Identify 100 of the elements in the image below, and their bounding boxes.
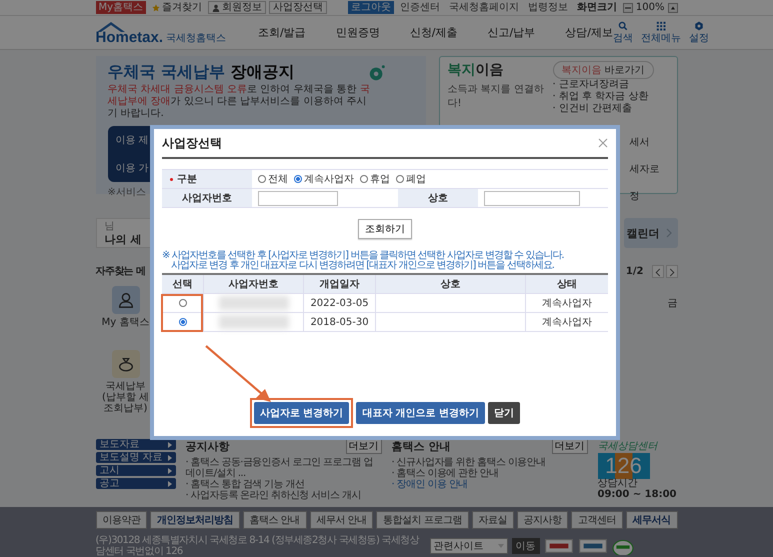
close-button[interactable] <box>598 138 608 148</box>
welfare-link-button[interactable]: 복지이음 바로가기 <box>552 61 654 79</box>
menu-item[interactable]: 신고/납부 <box>487 25 536 40</box>
page-indicator: 1/2 <box>626 266 644 276</box>
radio-option[interactable]: 휴업 <box>360 172 390 186</box>
accessibility-mark-icon <box>612 537 634 555</box>
list-item[interactable]: 금 <box>668 298 678 309</box>
calendar-card[interactable]: 캘린더 <box>624 218 678 248</box>
top-link[interactable]: 회원정보 <box>208 1 266 14</box>
footer-link[interactable]: 홈택스 안내 <box>242 511 307 529</box>
welfare-item[interactable]: · 인건비 간편제출 <box>552 103 632 115</box>
field-label: 구분 <box>177 173 197 186</box>
input-field[interactable] <box>484 190 580 206</box>
go-button[interactable]: 이동 <box>512 538 540 554</box>
column-header: 개업일자 <box>304 275 376 293</box>
close-icon <box>598 138 608 148</box>
top-link[interactable]: 법령정보 <box>524 1 571 14</box>
footer-link[interactable]: 이용약관 <box>96 511 148 529</box>
input-field[interactable] <box>258 190 338 206</box>
more-button[interactable]: 더보기 <box>346 439 382 454</box>
radio-option[interactable]: 폐업 <box>396 172 426 186</box>
side-link[interactable]: 고시 <box>96 465 176 476</box>
previous-button[interactable] <box>652 264 664 278</box>
welfare-subtitle: 소득과 복지를 연결하다! <box>448 83 545 110</box>
welfare-item[interactable]: 정 <box>630 189 660 203</box>
welfare-item[interactable]: 세서 <box>630 135 660 149</box>
tool-button[interactable]: 전체메뉴 <box>640 20 681 44</box>
field-label: 사업자번호 <box>162 189 252 208</box>
blurred-number <box>218 315 288 329</box>
shortcut-label[interactable]: 국세납부 (납부할 세 조회납부) <box>102 381 150 414</box>
related-sites-select[interactable]: 관련사이트 <box>430 538 508 554</box>
hours-value: 09:00 ~ 18:00 <box>598 489 677 502</box>
footer-link[interactable]: 자료실 <box>472 511 514 529</box>
welfare-title: 복지이음 <box>448 61 504 79</box>
notice-link[interactable]: · 홈택스 공동·금융인증서 로그인 프로그램 업데이트/설치 ... <box>186 457 382 480</box>
logo-subtitle: 국세청홈택스 <box>166 32 226 46</box>
top-link[interactable]: 화면크기 <box>574 1 620 14</box>
side-link[interactable]: 공고 <box>96 478 176 490</box>
footer-link[interactable]: 통합설치 프로그램 <box>376 511 469 529</box>
notice-link[interactable]: · 홈택스 이용에 관한 안내 <box>392 468 498 480</box>
radio-option[interactable]: 계속사업자 <box>294 172 354 186</box>
notice-link[interactable]: · 사업자등록 온라인 취하신청 서비스 개시 <box>186 490 361 502</box>
section-title: 홈택스 안내 <box>392 439 450 454</box>
notice-link[interactable]: · 장애인 이용 안내 <box>392 479 468 490</box>
banner-title: 우체국 국세납부 장애공지 <box>108 62 295 82</box>
side-link[interactable]: 보도자료 <box>96 439 176 450</box>
top-link[interactable]: 사업장선택 <box>269 1 328 14</box>
shortcut-label[interactable]: My 홈택스 <box>102 317 150 328</box>
footer-link[interactable]: 세무서식 <box>626 511 678 529</box>
menu-item[interactable]: 조회/발급 <box>258 25 306 40</box>
top-link[interactable]: My홈택스 <box>96 1 146 14</box>
dialog-button[interactable]: 사업자로 변경하기 <box>254 402 350 424</box>
required-dot-icon <box>170 178 173 180</box>
chevron-right-icon <box>666 228 672 238</box>
top-link[interactable]: 즐겨찾기 <box>149 1 206 14</box>
footer-link[interactable]: 세무서 안내 <box>310 511 374 529</box>
menu-item[interactable]: 민원증명 <box>336 25 380 40</box>
more-button[interactable]: 더보기 <box>552 439 588 454</box>
notice-link[interactable]: · 홈택스 통합 검색 기능 개선 <box>186 479 304 490</box>
footer-link[interactable]: 고객센터 <box>571 511 623 529</box>
service-note: ※서비스 <box>108 186 146 199</box>
next-button[interactable] <box>666 264 678 278</box>
certification-badge-icon <box>544 539 574 553</box>
radio-option[interactable]: 전체 <box>258 172 288 186</box>
notice-link[interactable]: · 신규사업자를 위한 홈택스 이용안내 <box>392 457 546 468</box>
column-header: 선택 <box>162 275 204 293</box>
side-link[interactable]: 보도설명 자료 <box>96 452 176 464</box>
field-label: 상호 <box>398 189 478 208</box>
center-caption: 국세상담센터 <box>598 440 658 454</box>
welfare-item[interactable]: · 취업 후 학자금 상환 <box>552 91 648 103</box>
table-cell: 2018-05-30 <box>304 313 376 331</box>
section-title: 공지사항 <box>186 439 230 454</box>
tool-button[interactable]: 검색 <box>612 20 633 44</box>
top-link[interactable]: 인증센터 <box>396 1 443 14</box>
table-cell-text: 계속사업자 <box>541 316 593 330</box>
footer-link[interactable]: 공지사항 <box>516 511 568 529</box>
person-icon[interactable] <box>112 286 140 314</box>
zoom-out-button[interactable] <box>622 2 633 12</box>
dialog-button[interactable]: 대표자 개인으로 변경하기 <box>356 402 486 424</box>
certification-badge-icon <box>578 539 608 553</box>
table-cell-text: 계속사업자 <box>541 297 593 311</box>
user-greeting: 님 <box>104 221 116 232</box>
welfare-item[interactable]: · 근로자녀장려금 <box>552 79 629 91</box>
row-radio[interactable] <box>178 299 186 307</box>
search-icon <box>618 20 628 30</box>
zoom-in-button[interactable] <box>668 2 678 12</box>
banner-text: 우체국 차세대 금융시스템 오류로 인하여 우체국을 통한 국세납부에 장애가 있으니 다른 납부서비스를 이용하여 주시기 바랍니다. <box>108 84 371 120</box>
tool-button[interactable]: 설정 <box>688 20 709 44</box>
table-cell: 2022-03-05 <box>304 294 376 312</box>
dialog-button[interactable]: 닫기 <box>488 402 520 424</box>
footer-link[interactable]: 개인정보처리방침 <box>150 511 240 529</box>
top-link[interactable]: 로그아웃 <box>348 1 394 14</box>
column-header: 상호 <box>376 275 526 293</box>
row-radio[interactable] <box>178 318 186 326</box>
search-button[interactable]: 조회하기 <box>358 219 412 239</box>
top-link[interactable]: 국세청홈페이지 <box>446 1 522 14</box>
welfare-item[interactable]: 세자로 <box>630 162 660 176</box>
menu-item[interactable]: 상담/제보 <box>565 25 613 40</box>
person-icon <box>212 4 220 12</box>
menu-item[interactable]: 신청/제출 <box>410 25 458 40</box>
